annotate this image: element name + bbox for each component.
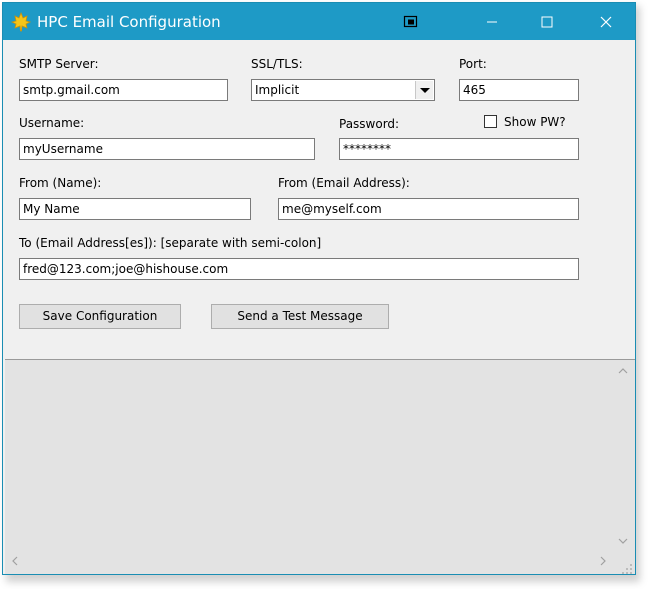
smtp-server-label: SMTP Server: (19, 57, 99, 71)
from-name-label: From (Name): (19, 176, 102, 190)
ssl-tls-select[interactable]: Implicit (251, 79, 435, 101)
show-password-label[interactable]: Show PW? (504, 115, 566, 129)
scroll-down-icon[interactable] (615, 533, 631, 549)
ssl-tls-label: SSL/TLS: (251, 57, 303, 71)
chevron-down-icon[interactable] (415, 81, 433, 99)
username-input[interactable]: myUsername (19, 138, 315, 160)
username-label: Username: (19, 116, 85, 130)
to-email-label: To (Email Address[es]): [separate with s… (19, 236, 322, 250)
close-button[interactable] (583, 3, 629, 40)
email-config-window: HPC Email Configuration SMTP Server: smt… (2, 2, 636, 575)
from-email-input[interactable]: me@myself.com (278, 198, 579, 220)
send-test-message-button[interactable]: Send a Test Message (211, 304, 389, 329)
window-title: HPC Email Configuration (37, 13, 221, 31)
show-password-checkbox[interactable] (484, 115, 497, 128)
scroll-left-icon[interactable] (7, 553, 23, 569)
minimize-button[interactable] (469, 3, 515, 40)
minimize-icon (487, 21, 497, 22)
scroll-right-icon[interactable] (595, 553, 611, 569)
close-icon (600, 16, 612, 27)
password-label: Password: (339, 117, 400, 131)
port-label: Port: (459, 57, 487, 71)
maximize-button[interactable] (524, 3, 570, 40)
maximize-icon (541, 16, 553, 27)
ssl-tls-selected-value: Implicit (255, 83, 300, 97)
from-name-input[interactable]: My Name (19, 198, 251, 220)
scroll-up-icon[interactable] (615, 363, 631, 379)
maple-leaf-icon (10, 11, 32, 32)
to-email-input[interactable]: fred@123.com;joe@hishouse.com (19, 258, 579, 280)
from-email-label: From (Email Address): (278, 176, 410, 190)
resize-grip-icon[interactable] (621, 563, 633, 574)
title-bar[interactable]: HPC Email Configuration (3, 3, 635, 40)
window-restore-button[interactable] (388, 3, 434, 40)
password-input[interactable]: ******** (339, 138, 579, 160)
save-configuration-button[interactable]: Save Configuration (19, 304, 181, 329)
port-input[interactable]: 465 (459, 79, 579, 101)
smtp-server-input[interactable]: smtp.gmail.com (19, 79, 228, 101)
window-restore-icon (403, 15, 418, 27)
output-log-area[interactable] (5, 359, 635, 574)
